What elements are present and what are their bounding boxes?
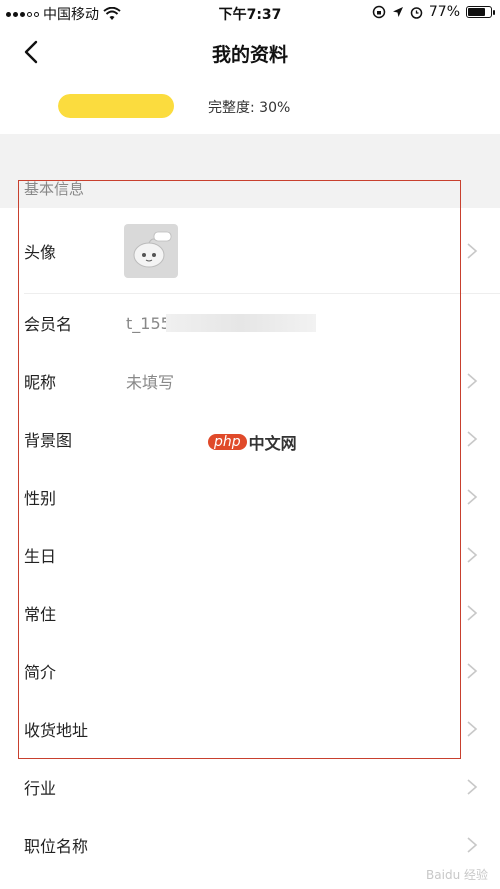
- completeness-section: 完整度: 30%: [0, 80, 500, 134]
- redaction-mask: [166, 314, 316, 332]
- chevron-right-icon: [467, 373, 478, 389]
- battery-icon: [466, 6, 495, 18]
- row-label-bio: 简介: [24, 663, 57, 682]
- row-label-avatar: 头像: [24, 243, 57, 262]
- watermark-text: 中文网: [248, 434, 297, 453]
- row-label-gender: 性别: [24, 489, 57, 508]
- row-label-birthday: 生日: [24, 547, 57, 566]
- row-residence[interactable]: 常住: [0, 584, 500, 642]
- nav-bar: 我的资料: [0, 26, 500, 78]
- battery-fill: [468, 8, 485, 16]
- chevron-right-icon: [467, 779, 478, 795]
- row-label-background: 背景图: [24, 431, 73, 450]
- avatar-default-icon: [133, 231, 172, 268]
- profile-list: 头像 会员名 t_155 昵称 未填写 背景图 性别 生日 常住 简介 收货地址…: [0, 208, 500, 874]
- status-right: 77%: [372, 4, 495, 20]
- completeness-progress-bar: [58, 94, 174, 118]
- row-value-nickname: 未填写: [126, 373, 175, 392]
- row-value-member-name: t_155: [126, 313, 171, 333]
- row-label-nickname: 昵称: [24, 373, 57, 392]
- row-job-title[interactable]: 职位名称: [0, 816, 500, 874]
- chevron-right-icon: [467, 243, 478, 259]
- row-label-residence: 常住: [24, 605, 57, 624]
- row-nickname[interactable]: 昵称 未填写: [0, 352, 500, 410]
- chevron-right-icon: [467, 431, 478, 447]
- alarm-icon: [410, 6, 423, 19]
- row-label-job-title: 职位名称: [24, 837, 89, 856]
- page-title: 我的资料: [211, 44, 288, 66]
- watermark: php 中文网: [208, 430, 297, 454]
- row-shipping-address[interactable]: 收货地址: [0, 700, 500, 758]
- status-bar: 中国移动 下午7:37 77%: [0, 0, 500, 26]
- completeness-progress-fill: [58, 94, 174, 118]
- row-industry[interactable]: 行业: [0, 758, 500, 816]
- row-birthday[interactable]: 生日: [0, 526, 500, 584]
- orientation-lock-icon: [372, 5, 386, 19]
- row-member-name: 会员名 t_155: [0, 294, 500, 352]
- location-icon: [392, 7, 403, 17]
- chevron-right-icon: [467, 489, 478, 505]
- chevron-right-icon: [467, 605, 478, 621]
- battery-percent: 77%: [428, 4, 460, 20]
- chevron-right-icon: [467, 663, 478, 679]
- watermark-badge: php: [208, 434, 247, 450]
- row-label-industry: 行业: [24, 779, 57, 798]
- section-title-basic-info: 基本信息: [24, 180, 85, 198]
- footer-watermark: Baidu 经验: [426, 868, 488, 882]
- chevron-right-icon: [467, 721, 478, 737]
- row-gender[interactable]: 性别: [0, 468, 500, 526]
- chevron-right-icon: [467, 837, 478, 853]
- row-avatar[interactable]: 头像: [0, 208, 500, 294]
- avatar[interactable]: [124, 224, 178, 278]
- chevron-right-icon: [467, 547, 478, 563]
- row-label-shipping-address: 收货地址: [24, 721, 89, 740]
- row-label-member-name: 会员名: [24, 315, 73, 334]
- completeness-label: 完整度: 30%: [208, 100, 291, 116]
- row-bio[interactable]: 简介: [0, 642, 500, 700]
